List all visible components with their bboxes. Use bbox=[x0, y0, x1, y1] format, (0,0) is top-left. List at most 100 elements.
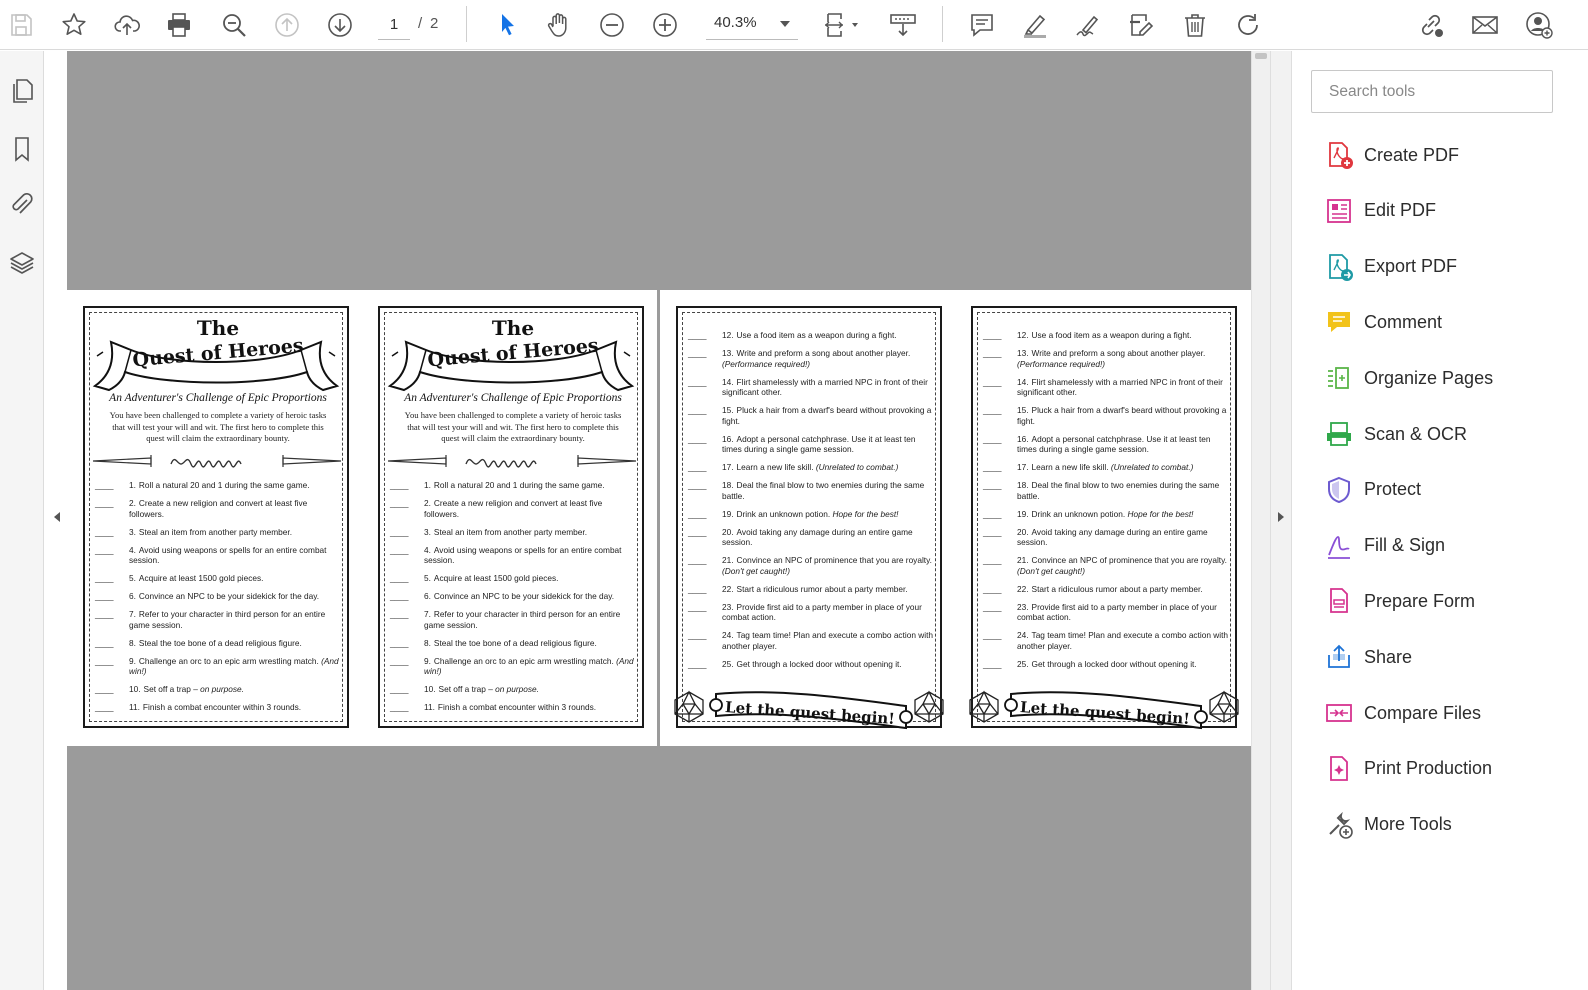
task-text: Acquire at least 1500 gold pieces. bbox=[138, 573, 264, 583]
previous-page-icon[interactable] bbox=[268, 6, 306, 44]
page-number-input[interactable] bbox=[378, 10, 410, 40]
fill-sign-icon bbox=[1328, 535, 1350, 559]
task-number: 18. bbox=[1017, 480, 1029, 490]
task-text: Steal the toe bone of a dead religious f… bbox=[433, 637, 597, 648]
highlight-icon[interactable] bbox=[1016, 6, 1054, 44]
task-number: 6. bbox=[129, 591, 136, 601]
task-note: (Performance required!) bbox=[1017, 358, 1106, 369]
task-item: 8.Steal the toe bone of a dead religious… bbox=[390, 638, 636, 649]
page-thumbnails-icon[interactable] bbox=[4, 73, 40, 109]
edit-text-icon[interactable] bbox=[1122, 6, 1160, 44]
tools-pane-divider bbox=[1270, 51, 1292, 990]
quest-card-back-1: 12.Use a food item as a weapon during a … bbox=[674, 306, 944, 730]
task-text: Refer to your character in third person … bbox=[424, 609, 621, 630]
task-text: Write and preform a song about another p… bbox=[736, 348, 911, 358]
task-number: 9. bbox=[424, 655, 431, 666]
task-item: 11.Finish a combat encounter within 3 ro… bbox=[390, 702, 636, 713]
link-share-icon[interactable] bbox=[1412, 6, 1450, 44]
task-item: 24.Tag team time! Plan and execute a com… bbox=[688, 630, 934, 651]
tool-label: Export PDF bbox=[1364, 256, 1458, 277]
page-sheet-2: 12.Use a food item as a weapon during a … bbox=[660, 290, 1251, 746]
comment-icon bbox=[1328, 312, 1350, 333]
tool-comment[interactable]: Comment bbox=[1324, 302, 1574, 342]
task-item: 13.Write and preform a song about anothe… bbox=[688, 348, 934, 369]
layers-icon[interactable] bbox=[4, 245, 40, 281]
bookmarks-icon[interactable] bbox=[4, 131, 40, 167]
tool-share[interactable]: Share bbox=[1324, 637, 1574, 677]
tool-export-pdf[interactable]: Export PDF bbox=[1324, 247, 1574, 287]
task-number: 7. bbox=[424, 609, 431, 619]
protect-icon bbox=[1328, 476, 1350, 503]
next-page-icon[interactable] bbox=[321, 6, 359, 44]
task-item: 11.Finish a combat encounter within 3 ro… bbox=[95, 702, 341, 713]
task-number: 15. bbox=[722, 405, 734, 415]
task-note: Hope for the best! bbox=[830, 508, 899, 519]
task-item: 4.Avoid using weapons or spells for an e… bbox=[390, 545, 636, 566]
scroll-mode-icon[interactable] bbox=[884, 6, 922, 44]
task-text: Get through a locked door without openin… bbox=[1031, 658, 1197, 669]
add-user-icon[interactable] bbox=[1520, 6, 1558, 44]
tool-more-tools[interactable]: More Tools bbox=[1324, 805, 1574, 845]
star-icon[interactable] bbox=[55, 6, 93, 44]
delete-icon[interactable] bbox=[1176, 6, 1214, 44]
tool-create-pdf[interactable]: Create PDF bbox=[1324, 135, 1574, 175]
comment-icon[interactable] bbox=[963, 6, 1001, 44]
task-number: 16. bbox=[1017, 433, 1029, 444]
rotate-icon[interactable] bbox=[1229, 6, 1267, 44]
prepare-form-icon bbox=[1330, 588, 1348, 614]
task-number: 1. bbox=[129, 480, 136, 490]
select-cursor-icon[interactable] bbox=[488, 6, 526, 44]
task-item: 24.Tag team time! Plan and execute a com… bbox=[983, 630, 1229, 651]
tool-scan-ocr[interactable]: Scan & OCR bbox=[1324, 414, 1574, 454]
task-item: 3.Steal an item from another party membe… bbox=[390, 527, 636, 538]
page-display-icon[interactable] bbox=[818, 6, 864, 44]
save-icon[interactable] bbox=[2, 6, 40, 44]
task-item: 21.Convince an NPC of prominence that yo… bbox=[688, 555, 934, 576]
task-item: 16.Adopt a personal catchphrase. Use it … bbox=[688, 434, 934, 455]
cloud-upload-icon[interactable] bbox=[108, 6, 146, 44]
tool-compare-files[interactable]: Compare Files bbox=[1324, 693, 1574, 733]
tool-organize-pages[interactable]: Organize Pages bbox=[1324, 358, 1574, 398]
task-text: Avoid using weapons or spells for an ent… bbox=[129, 544, 327, 566]
print-icon[interactable] bbox=[160, 6, 198, 44]
task-list: 1.Roll a natural 20 and 1 during the sam… bbox=[390, 480, 636, 720]
zoom-dropdown[interactable]: 40.3% bbox=[706, 10, 798, 40]
scan-ocr-icon bbox=[1327, 422, 1351, 446]
tool-edit-pdf[interactable]: Edit PDF bbox=[1324, 191, 1574, 231]
card-subtitle: An Adventurer's Challenge of Epic Propor… bbox=[109, 392, 327, 404]
hand-icon[interactable] bbox=[540, 6, 578, 44]
d20-die-icon bbox=[969, 690, 999, 723]
expand-right-pane-icon[interactable] bbox=[1275, 509, 1287, 525]
document-viewer[interactable]: The Quest of Heroes An Adventurer's Chal… bbox=[45, 51, 1270, 990]
tool-protect[interactable]: Protect bbox=[1324, 470, 1574, 510]
task-text: Finish a combat encounter within 3 round… bbox=[142, 702, 302, 712]
page-separator: / bbox=[418, 15, 423, 32]
tool-fill-sign[interactable]: Fill & Sign bbox=[1324, 526, 1574, 566]
task-number: 8. bbox=[424, 637, 431, 648]
collapse-left-pane-icon[interactable] bbox=[51, 509, 63, 525]
task-text: Flirt shamelessly with a married NPC in … bbox=[722, 376, 928, 398]
task-text: Tag team time! Plan and execute a combo … bbox=[1017, 630, 1229, 651]
tool-label: Organize Pages bbox=[1364, 367, 1494, 388]
tool-print-production[interactable]: Print Production bbox=[1324, 749, 1574, 789]
task-text: Avoid taking any damage during an entire… bbox=[722, 526, 913, 548]
zoom-marquee-icon[interactable] bbox=[215, 6, 253, 44]
task-number: 19. bbox=[722, 508, 734, 519]
sign-icon[interactable] bbox=[1069, 6, 1107, 44]
zoom-out-icon[interactable] bbox=[593, 6, 631, 44]
task-note: (Don't get caught!) bbox=[722, 565, 790, 576]
page-canvas[interactable]: The Quest of Heroes An Adventurer's Chal… bbox=[67, 51, 1251, 990]
tool-label: Share bbox=[1364, 646, 1413, 667]
mail-icon[interactable] bbox=[1466, 6, 1504, 44]
card-intro: You have been challenged to complete a v… bbox=[109, 410, 327, 443]
tool-prepare-form[interactable]: Prepare Form bbox=[1324, 581, 1574, 621]
task-text: Adopt a personal catchphrase. Use it at … bbox=[722, 433, 916, 455]
zoom-in-icon[interactable] bbox=[646, 6, 684, 44]
search-tools-input[interactable] bbox=[1311, 70, 1553, 113]
task-list: 12.Use a food item as a weapon during a … bbox=[983, 330, 1229, 677]
attachments-icon[interactable] bbox=[4, 187, 40, 223]
tool-label: Scan & OCR bbox=[1364, 423, 1468, 444]
scrollbar-thumb[interactable] bbox=[1255, 53, 1267, 59]
vertical-scrollbar[interactable] bbox=[1251, 51, 1270, 990]
task-item: 8.Steal the toe bone of a dead religious… bbox=[95, 638, 341, 649]
